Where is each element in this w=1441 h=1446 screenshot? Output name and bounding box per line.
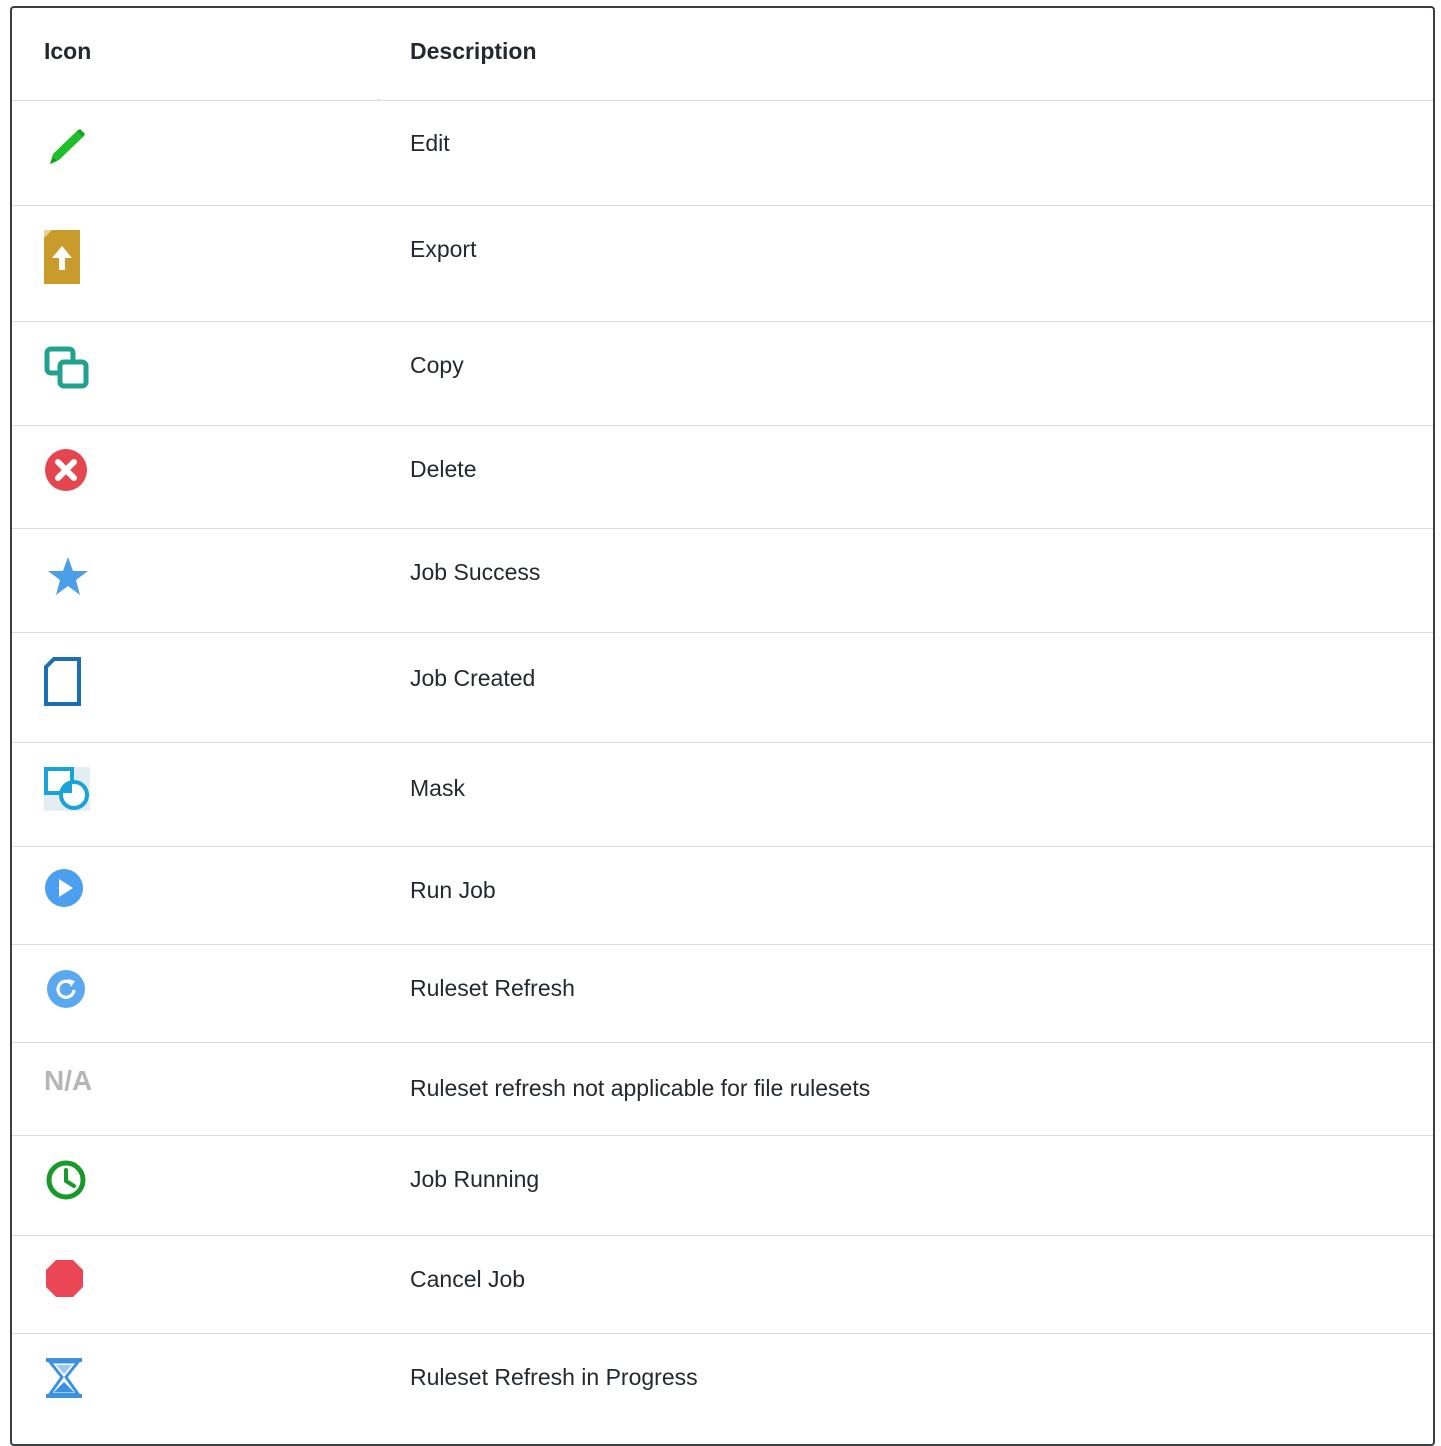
row-description: Export (410, 236, 477, 262)
pencil-icon (44, 126, 90, 182)
clock-icon (44, 1158, 90, 1214)
play-circle-icon (44, 867, 90, 923)
not-applicable-text: N/A (44, 1065, 124, 1121)
table-row: Job Success (12, 528, 1433, 633)
table-row: Cancel Job (12, 1235, 1433, 1334)
row-description: Edit (410, 130, 450, 156)
table-row: Delete (12, 425, 1433, 529)
mask-icon (44, 765, 90, 821)
table-row: Export (12, 205, 1433, 322)
row-description: Run Job (410, 877, 496, 903)
header-description: Description (410, 38, 537, 64)
stop-octagon-icon (44, 1258, 90, 1314)
refresh-circle-icon (44, 967, 90, 1023)
row-description: Ruleset Refresh (410, 975, 575, 1001)
star-icon (44, 553, 90, 609)
header-icon: Icon (44, 38, 92, 64)
table-row: Ruleset Refresh in Progress (12, 1333, 1433, 1444)
table-row: Job Created (12, 632, 1433, 743)
table-row: Copy (12, 321, 1433, 426)
icon-legend-table: Icon Description Edit Export Copy Delete… (10, 6, 1435, 1446)
table-row: Run Job (12, 846, 1433, 945)
row-description: Ruleset refresh not applicable for file … (410, 1075, 871, 1101)
table-row: Edit (12, 99, 1433, 206)
row-description: Job Running (410, 1166, 540, 1192)
row-description: Job Success (410, 559, 541, 585)
row-description: Mask (410, 775, 465, 801)
document-icon (44, 657, 90, 713)
delete-x-circle-icon (44, 448, 90, 504)
table-row: Ruleset Refresh (12, 944, 1433, 1043)
table-row: N/A Ruleset refresh not applicable for f… (12, 1042, 1433, 1136)
row-description: Delete (410, 456, 477, 482)
row-description: Cancel Job (410, 1266, 526, 1292)
copy-icon (44, 346, 90, 402)
table-header: Icon Description (12, 8, 1433, 101)
row-description: Copy (410, 352, 464, 378)
export-file-icon (44, 230, 90, 286)
table-row: Job Running (12, 1135, 1433, 1236)
row-description: Job Created (410, 665, 536, 691)
hourglass-icon (44, 1356, 90, 1412)
row-description: Ruleset Refresh in Progress (410, 1364, 698, 1390)
na-label: N/A (44, 1065, 93, 1096)
table-row: Mask (12, 742, 1433, 847)
